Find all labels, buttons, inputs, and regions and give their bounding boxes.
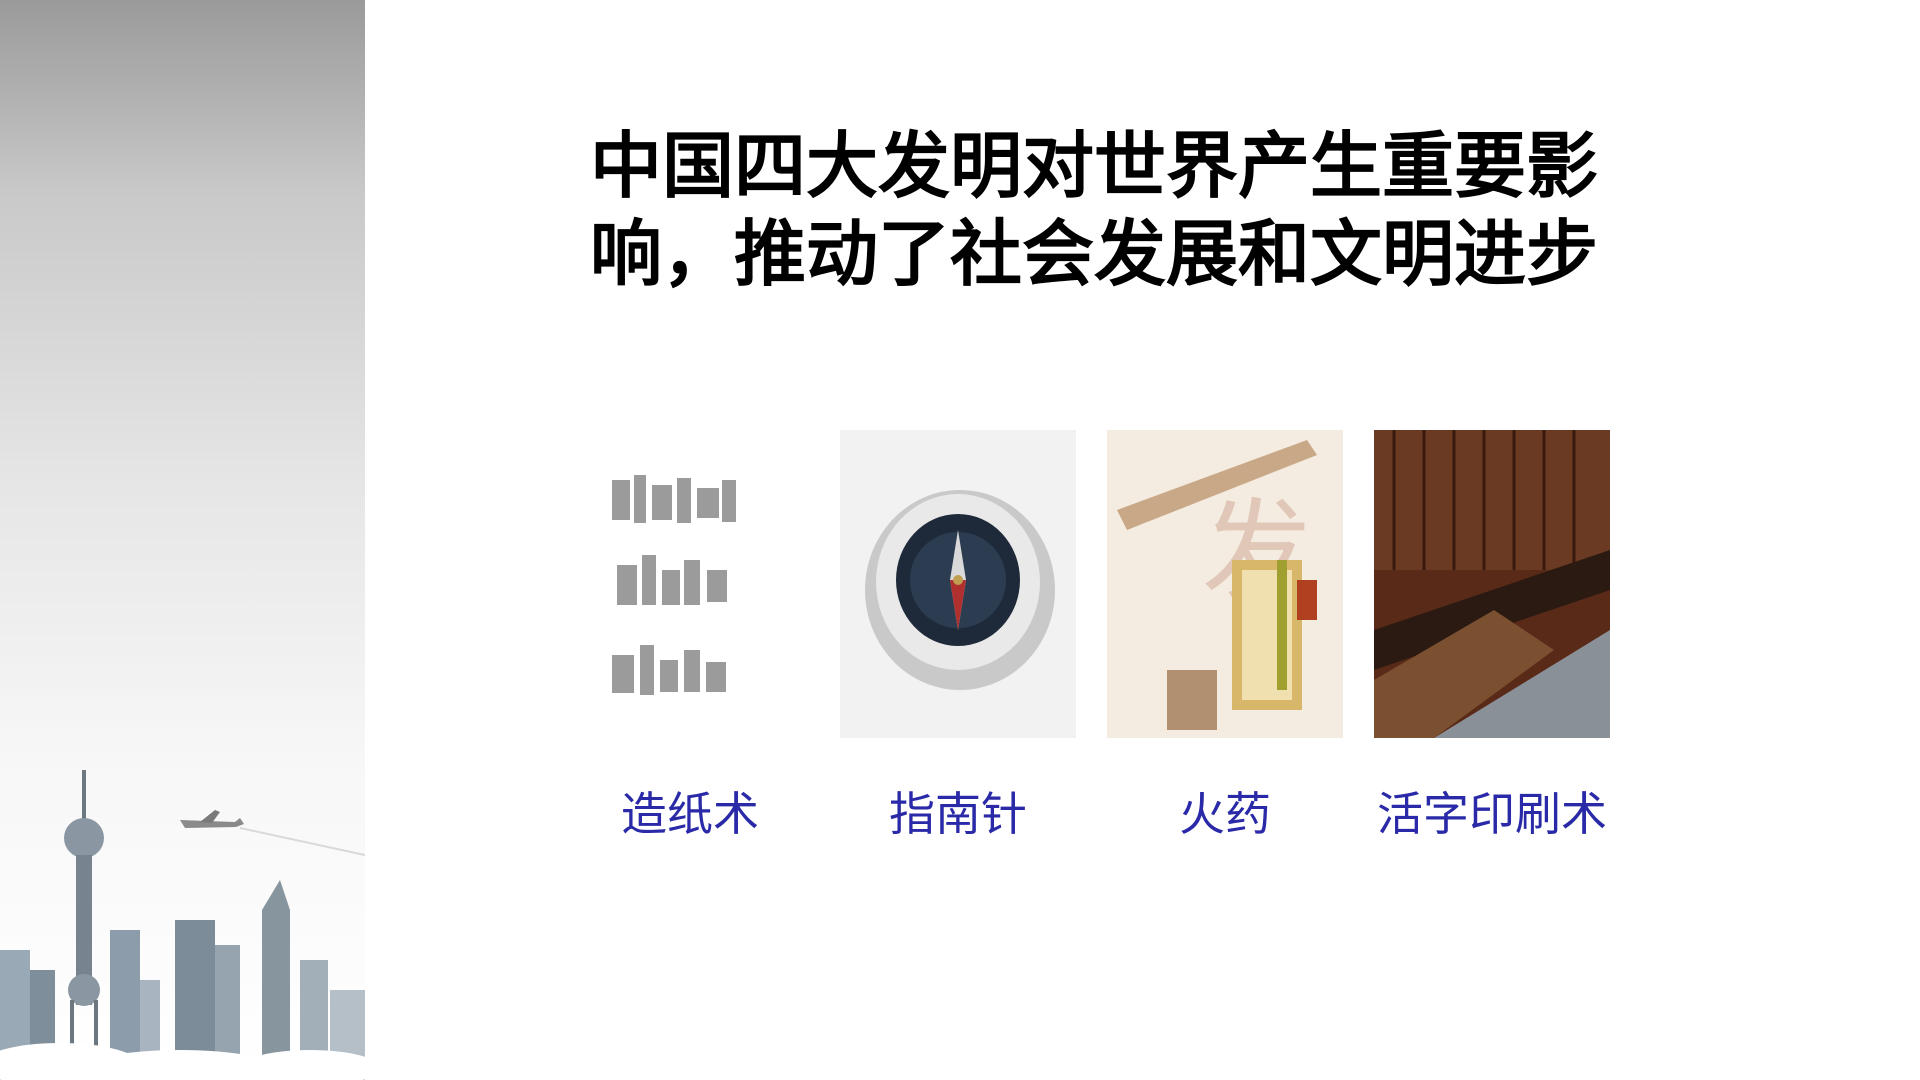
title-line-1: 中国四大发明对世界产生重要影: [590, 123, 1599, 208]
papermaking-illustration-icon: [572, 430, 808, 738]
invention-label-papermaking: 造纸术: [621, 787, 759, 841]
decorative-side-panel: [0, 0, 365, 1080]
movable-type-printing-icon: [1374, 430, 1610, 738]
gunpowder-book-icon: 发: [1107, 430, 1343, 738]
invention-card-gunpowder: 发: [1107, 430, 1343, 738]
invention-card-compass: [840, 430, 1076, 738]
invention-card-papermaking: [572, 430, 808, 738]
invention-label-compass: 指南针: [889, 787, 1027, 841]
compass-icon: [840, 430, 1076, 738]
airplane-icon: [180, 810, 365, 856]
invention-label-gunpowder: 火药: [1179, 787, 1271, 841]
title-line-2: 响，推动了社会发展和文明进步: [590, 211, 1599, 296]
tv-tower-icon: [64, 770, 104, 1070]
invention-card-printing: [1374, 430, 1610, 738]
invention-label-printing: 活字印刷术: [1377, 787, 1607, 841]
city-skyline-illustration: [0, 770, 365, 1080]
page-title: 中国四大发明对世界产生重要影 响，推动了社会发展和文明进步: [590, 122, 1630, 298]
